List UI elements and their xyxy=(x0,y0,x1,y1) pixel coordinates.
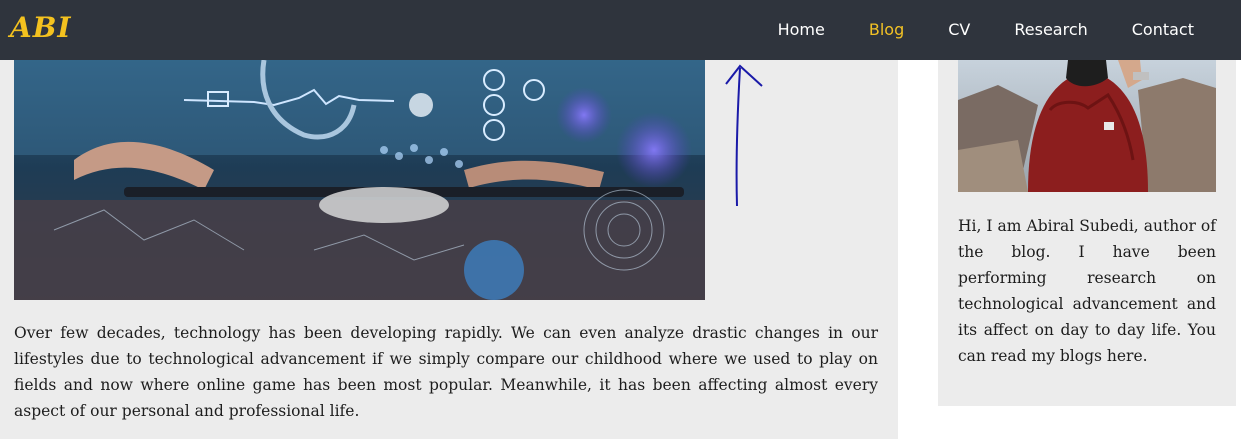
up-arrow-annotation xyxy=(725,64,763,207)
nav-home[interactable]: Home xyxy=(756,0,847,60)
author-bio: Hi, I am Abiral Subedi, author of the bl… xyxy=(958,217,1216,365)
hero-image xyxy=(14,60,705,300)
nav-contact[interactable]: Contact xyxy=(1110,0,1241,60)
article-paragraph: Over few decades, technology has been de… xyxy=(14,324,878,420)
author-photo-image xyxy=(958,60,1216,192)
site-logo[interactable]: ABI xyxy=(10,8,72,48)
navbar: ABI Home Blog CV Research Contact xyxy=(0,0,1241,60)
nav-research[interactable]: Research xyxy=(992,0,1109,60)
nav-cv[interactable]: CV xyxy=(926,0,992,60)
author-photo xyxy=(958,60,1216,192)
nav-blog[interactable]: Blog xyxy=(847,0,926,60)
digital-health-image xyxy=(14,60,705,300)
nav-menu: Home Blog CV Research Contact xyxy=(756,0,1241,60)
